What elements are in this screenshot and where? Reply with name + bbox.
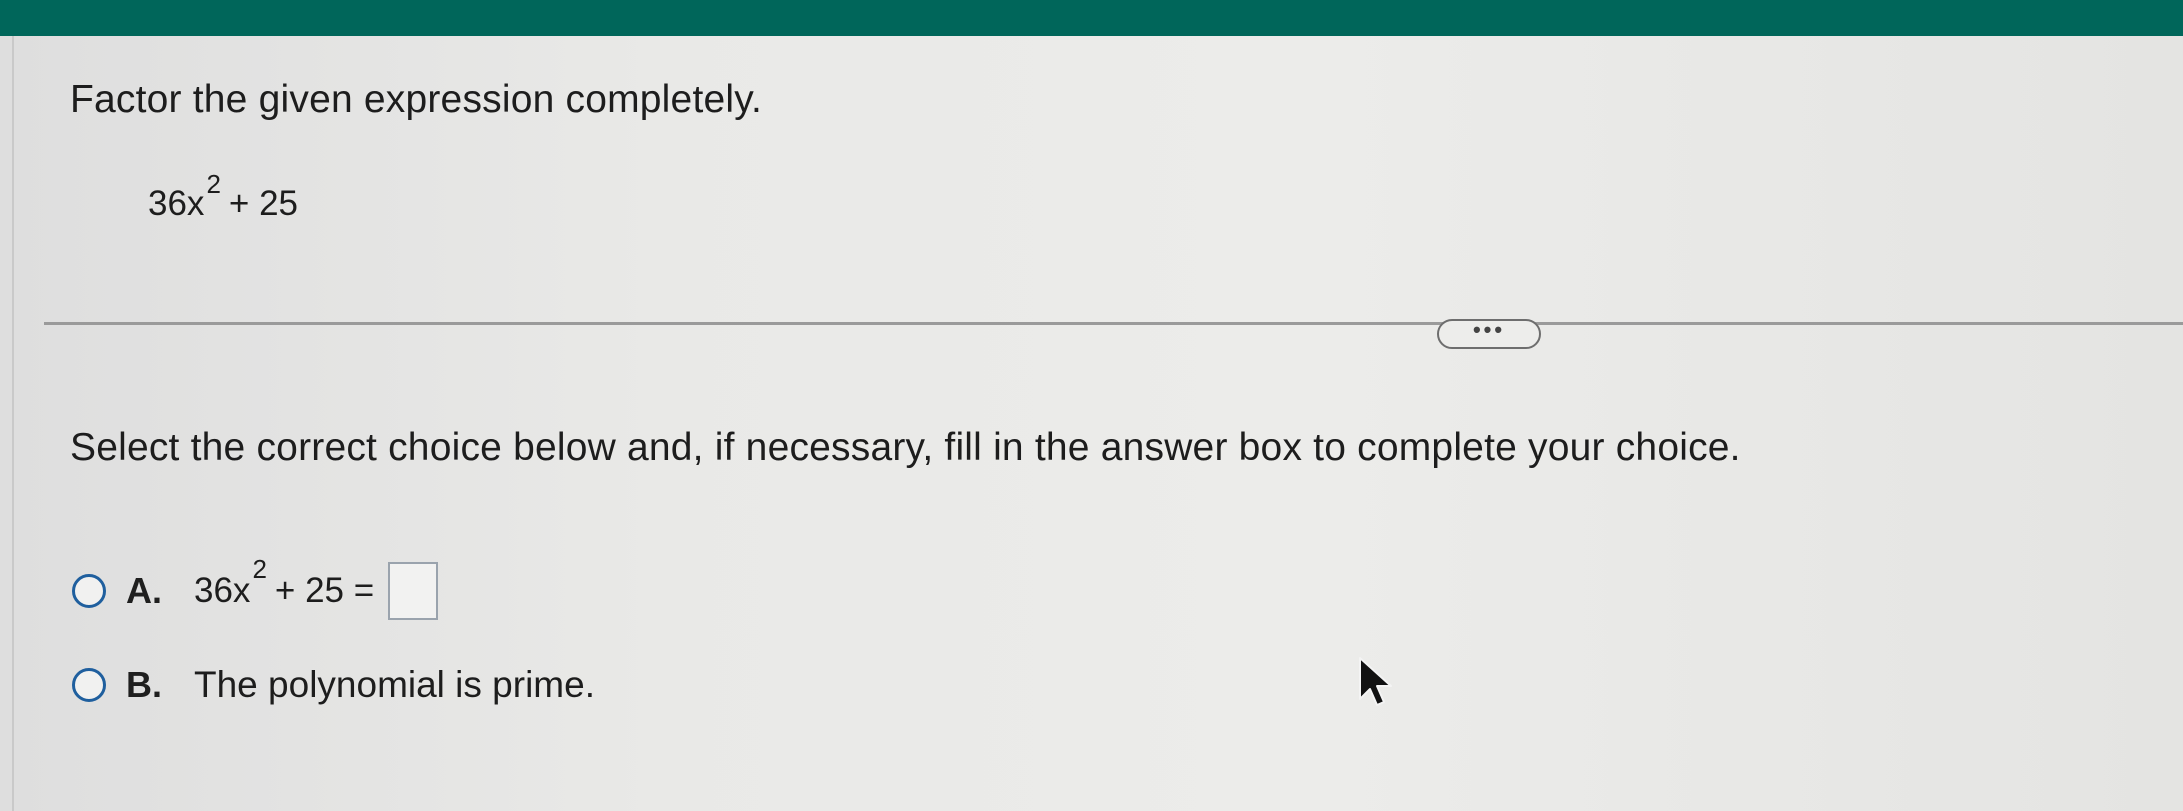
choice-a-rest: + 25 = xyxy=(274,571,375,610)
top-bar xyxy=(0,0,2183,36)
choice-a[interactable]: A. 36x 2 + 25 = xyxy=(72,554,439,620)
choice-a-exponent: 2 xyxy=(252,553,267,584)
expression-rest: + 25 xyxy=(228,184,299,223)
choice-a-letter: A. xyxy=(126,570,162,611)
choice-b-letter: B. xyxy=(126,664,162,705)
instruction-text: Select the correct choice below and, if … xyxy=(70,426,1741,469)
choice-b-text: The polynomial is prime. xyxy=(194,664,595,705)
answer-box[interactable] xyxy=(388,562,439,620)
left-border xyxy=(12,36,14,811)
more-options-button[interactable]: ••• xyxy=(1437,319,1541,349)
expression-coefficient: 36x xyxy=(148,184,205,223)
section-divider xyxy=(44,322,2183,325)
choice-a-expression: 36x 2 + 25 = xyxy=(194,554,439,620)
question-expression: 36x2 + 25 xyxy=(148,169,299,224)
choice-b-radio[interactable] xyxy=(72,668,106,702)
question-prompt: Factor the given expression completely. xyxy=(70,78,763,121)
mouse-pointer-icon xyxy=(1359,657,1392,706)
choice-b[interactable]: B. The polynomial is prime. xyxy=(72,664,595,706)
expression-exponent: 2 xyxy=(206,169,221,199)
choice-a-coefficient: 36x xyxy=(194,571,251,610)
choice-a-radio[interactable] xyxy=(72,574,106,608)
